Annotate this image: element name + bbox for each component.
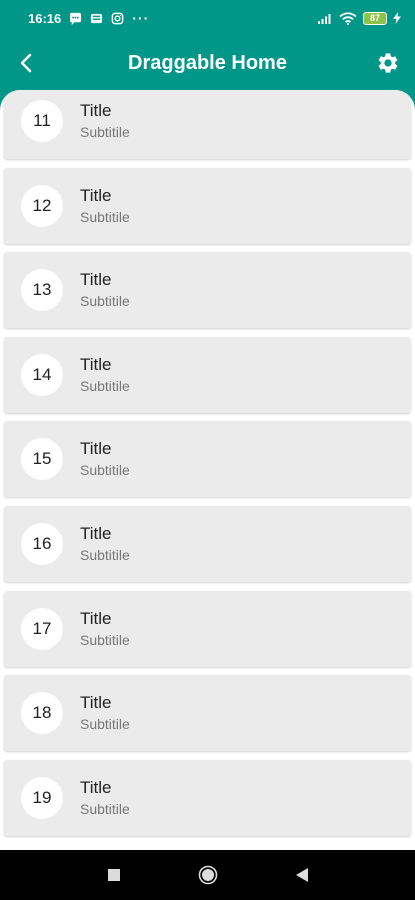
item-texts: Title Subtitile <box>80 186 130 226</box>
more-notifications: ··· <box>132 10 150 26</box>
item-number-avatar: 14 <box>21 353 63 396</box>
item-subtitle: Subtitile <box>80 800 130 817</box>
item-texts: Title Subtitile <box>80 609 130 649</box>
item-subtitle: Subtitile <box>80 462 130 479</box>
item-title: Title <box>80 524 112 543</box>
item-texts: Title Subtitile <box>80 355 130 395</box>
instagram-icon <box>111 12 124 24</box>
item-subtitle: Subtitile <box>80 377 130 394</box>
item-texts: Title Subtitile <box>80 439 130 479</box>
message-icon <box>70 12 82 25</box>
chevron-left-icon <box>20 53 32 73</box>
item-subtitle: Subtitile <box>80 124 130 140</box>
signal-icon <box>318 14 331 24</box>
item-title: Title <box>80 439 112 459</box>
back-triangle-icon <box>295 868 308 882</box>
item-number-avatar: 11 <box>21 100 63 142</box>
app-bar: Draggable Home <box>0 36 415 90</box>
item-number-avatar: 19 <box>21 776 63 819</box>
item-number-avatar: 12 <box>21 184 63 227</box>
item-subtitle: Subtitile <box>80 208 130 225</box>
item-number-avatar: 15 <box>21 438 63 481</box>
list-item[interactable]: 19 Title Subtitile <box>4 759 411 836</box>
item-number-avatar: 18 <box>21 692 63 735</box>
back-button[interactable] <box>12 48 42 78</box>
item-number-avatar: 17 <box>21 607 63 650</box>
list-item[interactable]: 17 Title Subtitile <box>4 590 411 667</box>
list-item[interactable]: 14 Title Subtitile <box>4 336 411 413</box>
home-button[interactable] <box>196 863 220 887</box>
item-title: Title <box>80 608 112 628</box>
item-texts: Title Subtitile <box>80 270 130 310</box>
item-title: Title <box>80 185 112 205</box>
battery-icon: 87 <box>363 11 387 25</box>
list-item[interactable]: 15 Title Subtitile <box>4 421 411 498</box>
item-title: Title <box>80 354 112 374</box>
item-title: Title <box>80 693 112 713</box>
item-title: Title <box>80 101 112 120</box>
item-number-avatar: 16 <box>21 523 63 565</box>
status-time: 16:16 <box>28 10 62 26</box>
list-item[interactable]: 16 Title Subtitile <box>4 506 411 582</box>
status-bar: 16:16 ··· 87 <box>0 0 415 36</box>
item-texts: Title Subtitile <box>80 693 130 733</box>
item-subtitle: Subtitile <box>80 631 130 648</box>
item-title: Title <box>80 270 112 290</box>
item-texts: Title Subtitile <box>80 778 130 818</box>
status-right: 87 <box>317 11 401 25</box>
recents-button[interactable] <box>102 863 126 887</box>
wifi-icon <box>339 11 357 25</box>
list-item[interactable]: 11 Title Subtitile <box>4 90 411 159</box>
list-item[interactable]: 12 Title Subtitile <box>4 167 411 244</box>
status-left: 16:16 ··· <box>28 10 149 26</box>
item-subtitle: Subtitile <box>80 716 130 733</box>
list-item[interactable]: 18 Title Subtitile <box>4 675 411 752</box>
recents-square-icon <box>107 869 120 881</box>
item-number-avatar: 13 <box>21 269 63 312</box>
gear-icon <box>378 53 398 73</box>
item-subtitle: Subtitile <box>80 293 130 310</box>
charging-icon <box>393 12 401 24</box>
home-circle-icon <box>198 865 217 885</box>
back-nav-button[interactable] <box>290 863 314 887</box>
item-subtitle: Subtitile <box>80 547 130 563</box>
item-title: Title <box>80 777 112 797</box>
settings-button[interactable] <box>373 48 403 78</box>
content-area: 11 Title Subtitile 12 Title Subtitile 13 Title S… <box>0 90 415 850</box>
system-nav-bar <box>0 850 415 900</box>
news-icon <box>91 13 103 23</box>
item-texts: Title Subtitile <box>80 524 130 564</box>
item-texts: Title Subtitile <box>80 101 130 141</box>
page-title: Draggable Home <box>128 51 287 74</box>
list-item[interactable]: 13 Title Subtitile <box>4 252 411 329</box>
